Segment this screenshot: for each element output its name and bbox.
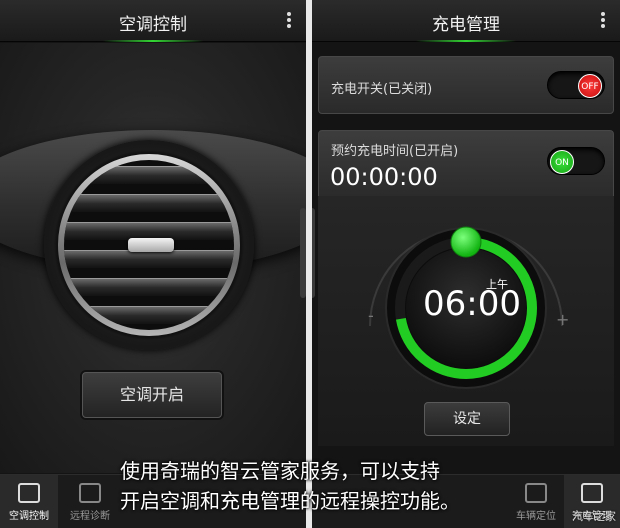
vent-slat — [64, 278, 234, 296]
toggle-knob: ON — [550, 150, 574, 174]
toggle-knob: OFF — [578, 74, 602, 98]
nav-item-climate[interactable]: 空调控制 — [0, 475, 58, 528]
ac-on-button[interactable]: 空调开启 — [82, 372, 222, 418]
watermark: 汽车之家 — [572, 510, 616, 523]
vent-slat — [64, 306, 234, 324]
dial-handle — [450, 226, 482, 258]
title-bar: 空调控制 — [0, 0, 306, 42]
air-vent[interactable] — [58, 154, 240, 336]
decrease-icon[interactable]: - — [368, 306, 374, 325]
schedule-label: 预约充电时间(已开启) — [331, 144, 459, 159]
vent-knob[interactable] — [128, 238, 174, 252]
climate-icon — [18, 483, 40, 503]
vent-slat — [64, 250, 234, 268]
nav-item-location[interactable]: 车辆定位 — [508, 475, 564, 528]
page-title: 充电管理 — [432, 15, 500, 35]
nav-label: 车辆定位 — [516, 511, 556, 522]
set-button[interactable]: 设定 — [424, 402, 510, 436]
title-glow — [103, 40, 203, 42]
nav-label: 空调控制 — [9, 511, 49, 522]
charge-switch-toggle[interactable]: OFF — [547, 71, 605, 99]
climate-control-screen: 空调控制 空调开启 空调控制 远程诊断 — [0, 0, 306, 528]
dial-time: 06:00 — [423, 284, 521, 324]
charge-switch-card: 充电开关(已关闭) OFF — [318, 56, 614, 114]
overflow-menu-icon[interactable] — [284, 12, 294, 32]
schedule-switch-toggle[interactable]: ON — [547, 147, 605, 175]
nav-label: 远程诊断 — [70, 511, 110, 522]
caption-line-1: 使用奇瑞的智云管家服务，可以支持 — [120, 459, 440, 483]
schedule-time: 00:00:00 — [330, 163, 438, 191]
title-bar: 充电管理 — [312, 0, 620, 42]
vent-slat — [64, 194, 234, 212]
caption-line-2: 开启空调和充电管理的远程操控功能。 — [120, 489, 460, 513]
increase-icon[interactable]: + — [556, 310, 569, 329]
location-icon — [525, 483, 547, 503]
page-title: 空调控制 — [119, 15, 187, 35]
charge-management-screen: 充电管理 充电开关(已关闭) OFF 预约充电时间(已开启) ON 00:00:… — [312, 0, 620, 528]
charge-switch-label: 充电开关(已关闭) — [331, 82, 433, 97]
title-glow — [416, 40, 516, 42]
nav-item-diagnosis[interactable]: 远程诊断 — [60, 475, 120, 528]
charge-icon — [581, 483, 603, 503]
caption-overlay: 使用奇瑞的智云管家服务，可以支持 开启空调和充电管理的远程操控功能。 — [120, 456, 510, 516]
diagnosis-icon — [79, 483, 101, 503]
overflow-menu-icon[interactable] — [598, 12, 608, 32]
vent-slat — [64, 166, 234, 184]
drawer-handle[interactable] — [312, 208, 315, 298]
